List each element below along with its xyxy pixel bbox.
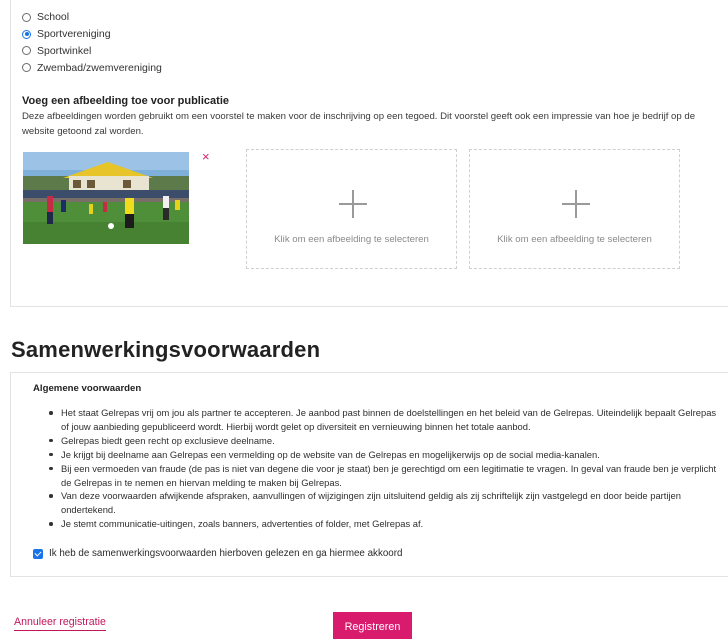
radio-button[interactable] <box>22 46 31 56</box>
remove-image-icon[interactable]: × <box>202 150 210 163</box>
list-item: Je krijgt bij deelname aan Gelrepas een … <box>33 448 723 462</box>
radio-label: Sportwinkel <box>37 44 92 57</box>
list-item: Je stemt communicatie-uitingen, zoals ba… <box>33 517 723 531</box>
uploaded-image-thumbnail <box>23 152 189 244</box>
terms-card: Algemene voorwaarden Het staat Gelrepas … <box>10 372 728 577</box>
terms-agree-label: Ik heb de samenwerkingsvoorwaarden hierb… <box>49 548 403 559</box>
list-item: Het staat Gelrepas vrij om jou als partn… <box>33 406 723 434</box>
football-photo <box>23 152 189 244</box>
list-item: Van deze voorwaarden afwijkende afsprake… <box>33 489 723 517</box>
radio-label: Zwembad/zwemvereniging <box>37 61 162 74</box>
terms-agree-checkbox[interactable] <box>33 548 43 559</box>
registration-page: School Sportvereniging Sportwinkel Zwemb… <box>0 0 728 639</box>
image-upload-slot-1[interactable]: Klik om een afbeelding te selecteren <box>246 149 457 269</box>
list-item: Bij een vermoeden van fraude (de pas is … <box>33 462 723 490</box>
plus-icon <box>339 190 367 218</box>
terms-list: Het staat Gelrepas vrij om jou als partn… <box>33 406 723 531</box>
radio-option-zwembad[interactable]: Zwembad/zwemvereniging <box>22 59 162 76</box>
image-upload-slot-2[interactable]: Klik om een afbeelding te selecteren <box>469 149 680 269</box>
radio-button[interactable] <box>22 63 31 73</box>
radio-option-school[interactable]: School <box>22 9 162 26</box>
upload-slot-label: Klik om een afbeelding te selecteren <box>274 234 429 245</box>
radio-label: School <box>37 11 70 24</box>
radio-button-selected[interactable] <box>22 29 31 39</box>
terms-heading: Algemene voorwaarden <box>33 383 142 394</box>
terms-agreement-row[interactable]: Ik heb de samenwerkingsvoorwaarden hierb… <box>33 548 402 559</box>
image-upload-heading: Voeg een afbeelding toe voor publicatie <box>22 95 229 107</box>
register-button[interactable]: Registreren <box>333 612 412 639</box>
cancel-registration-link[interactable]: Annuleer registratie <box>14 616 106 631</box>
terms-section-title: Samenwerkingsvoorwaarden <box>11 337 321 362</box>
list-item: Gelrepas biedt geen recht op exclusieve … <box>33 434 723 448</box>
plus-icon <box>562 190 590 218</box>
radio-option-sportwinkel[interactable]: Sportwinkel <box>22 43 162 60</box>
radio-label: Sportvereniging <box>37 28 111 41</box>
organisation-type-radio-group: School Sportvereniging Sportwinkel Zwemb… <box>22 9 162 76</box>
upload-slot-label: Klik om een afbeelding te selecteren <box>497 234 652 245</box>
radio-button[interactable] <box>22 12 31 22</box>
image-upload-description: Deze afbeeldingen worden gebruikt om een… <box>22 111 696 137</box>
radio-option-sportvereniging[interactable]: Sportvereniging <box>22 26 162 43</box>
